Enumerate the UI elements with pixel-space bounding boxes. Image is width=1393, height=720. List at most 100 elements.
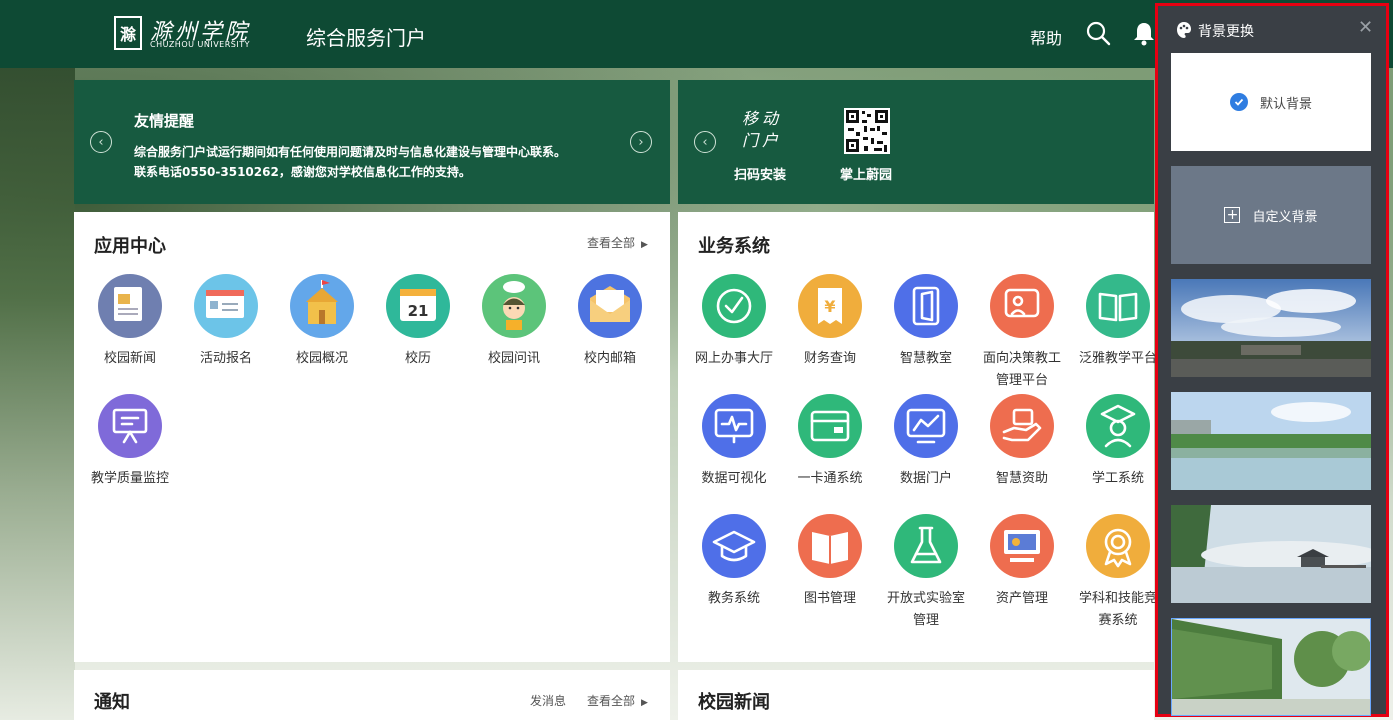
book-icon: [798, 514, 862, 578]
business-system-item[interactable]: 一卡通系统: [782, 394, 878, 490]
business-system-title: 业务系统: [698, 236, 770, 257]
help-link[interactable]: 帮助: [1030, 25, 1062, 49]
custom-background-option[interactable]: + 自定义背景: [1171, 166, 1371, 264]
flask-icon: [894, 514, 958, 578]
receipt-icon: ¥: [798, 274, 862, 338]
business-system-item[interactable]: 学科和技能竞赛系统: [1070, 514, 1166, 632]
app-center-item[interactable]: 21 校历: [370, 274, 466, 370]
view-all-label: 查看全部: [587, 236, 636, 250]
open-book-icon: [1086, 274, 1150, 338]
mobile-portal-title: 移动门户: [741, 109, 782, 150]
door-icon: [894, 274, 958, 338]
notice-prev-button[interactable]: ‹: [90, 131, 112, 153]
business-system-item[interactable]: 开放式实验室管理: [878, 514, 974, 632]
app-center-item-label: 校历: [404, 351, 431, 366]
app-center-card: 应用中心 查看全部 ▶ 校园新闻 活动报名 校园概况 21 校历 校园问讯 校内邮箱教学质量监…: [74, 212, 670, 662]
business-system-item[interactable]: 资产管理: [974, 514, 1070, 610]
chevron-left-icon: ‹: [702, 134, 708, 150]
university-name-en: CHUZHOU UNIVERSITY: [150, 40, 251, 49]
business-system-item-label: 泛雅教学平台: [1078, 351, 1157, 366]
business-system-item-label: 面向决策教工管理平台: [982, 351, 1061, 388]
app-center-item[interactable]: 校园概况: [274, 274, 370, 370]
newspaper-icon: [98, 274, 162, 338]
search-icon[interactable]: [1085, 20, 1111, 46]
business-system-item[interactable]: 数据门户: [878, 394, 974, 490]
business-system-item[interactable]: 面向决策教工管理平台: [974, 274, 1070, 392]
school-building-icon: [290, 274, 354, 338]
chevron-right-icon: ›: [638, 134, 644, 150]
business-system-item[interactable]: 泛雅教学平台: [1070, 274, 1166, 370]
university-logo-icon[interactable]: 滁: [114, 16, 142, 50]
business-system-item[interactable]: 智慧资助: [974, 394, 1070, 490]
notice-list-title: 通知: [94, 692, 130, 713]
triangle-right-icon: ▶: [641, 240, 648, 250]
notice-next-button[interactable]: ›: [630, 131, 652, 153]
background-thumbnail-lake[interactable]: [1171, 392, 1371, 490]
notice-view-all[interactable]: 查看全部 ▶: [587, 692, 648, 709]
business-system-item-label: 一卡通系统: [797, 471, 863, 486]
view-all-label: 查看全部: [587, 694, 636, 708]
sky-plaza-thumbnail: [1171, 279, 1371, 377]
notice-line-1: 综合服务门户试运行期间如有任何使用问题请及时与信息化建设与管理中心联系。: [134, 145, 567, 159]
panel-header: 背景更换: [1176, 18, 1254, 41]
vine-building-thumbnail: [1172, 619, 1370, 715]
lake-thumbnail: [1171, 392, 1371, 490]
background-thumbnail-vine-building[interactable]: [1171, 618, 1371, 716]
graduation-cap-icon: [702, 514, 766, 578]
background-vine-wall: [0, 68, 75, 720]
triangle-right-icon: ▶: [641, 698, 648, 708]
business-system-item-label: 数据可视化: [701, 471, 767, 486]
app-center-title: 应用中心: [94, 236, 166, 257]
palette-icon: [1177, 22, 1191, 38]
business-system-item[interactable]: ¥ 财务查询: [782, 274, 878, 370]
svg-text:21: 21: [408, 302, 429, 320]
notice-banner: ‹ 友情提醒 综合服务门户试运行期间如有任何使用问题请及时与信息化建设与管理中心…: [74, 80, 670, 204]
app-center-view-all[interactable]: 查看全部 ▶: [587, 234, 648, 251]
profile-chat-icon: [990, 274, 1054, 338]
background-change-panel: 背景更换 ✕ 默认背景 + 自定义背景: [1155, 3, 1389, 717]
background-thumbnail-pavilion[interactable]: [1171, 505, 1371, 603]
default-background-label: 默认背景: [1259, 96, 1312, 112]
close-icon[interactable]: ✕: [1358, 17, 1373, 38]
business-system-item-label: 网上办事大厅: [694, 351, 773, 366]
background-thumbnail-sky[interactable]: [1171, 279, 1371, 377]
calendar-icon: 21: [386, 274, 450, 338]
app-center-item[interactable]: 活动报名: [178, 274, 274, 370]
app-center-item[interactable]: 校园问讯: [466, 274, 562, 370]
send-message-link[interactable]: 发消息: [530, 692, 566, 709]
business-system-item[interactable]: 数据可视化: [686, 394, 782, 490]
notice-title: 友情提醒: [134, 112, 195, 130]
logo-mark-text: 滁: [119, 25, 136, 44]
business-system-item-label: 智慧资助: [995, 471, 1048, 486]
scan-install-label: 扫码安装: [734, 168, 787, 183]
business-system-item[interactable]: 智慧教室: [878, 274, 974, 370]
business-system-item-label: 开放式实验室管理: [886, 591, 965, 628]
business-system-item-label: 财务查询: [803, 351, 856, 366]
app-center-item-label: 校园新闻: [103, 351, 156, 366]
notice-line-2: 联系电话0550-3510262，感谢您对学校信息化工作的支持。: [134, 165, 471, 179]
hand-heart-icon: [990, 394, 1054, 458]
business-system-item-label: 资产管理: [995, 591, 1048, 606]
checkmark-circle-icon: [702, 274, 766, 338]
app-center-item[interactable]: 校内邮箱: [562, 274, 658, 370]
bell-icon[interactable]: [1131, 20, 1157, 46]
app-center-item-label: 校园概况: [295, 351, 348, 366]
monitor-pulse-icon: [702, 394, 766, 458]
default-background-option[interactable]: 默认背景: [1171, 53, 1371, 151]
business-system-item[interactable]: 图书管理: [782, 514, 878, 610]
business-system-item[interactable]: 教务系统: [686, 514, 782, 610]
business-system-item-label: 智慧教室: [899, 351, 952, 366]
check-icon: [1229, 93, 1248, 111]
app-center-item-label: 教学质量监控: [90, 471, 169, 486]
card-icon: [798, 394, 862, 458]
app-center-item[interactable]: 校园新闻: [82, 274, 178, 370]
mobile-prev-button[interactable]: ‹: [694, 131, 716, 153]
business-system-item[interactable]: 学工系统: [1070, 394, 1166, 490]
portal-title: 综合服务门户: [306, 26, 426, 50]
app-center-item-label: 校园问讯: [487, 351, 540, 366]
presentation-board-icon: [98, 394, 162, 458]
business-system-item-label: 学科和技能竞赛系统: [1078, 591, 1157, 628]
business-system-item-label: 数据门户: [899, 471, 952, 486]
business-system-item[interactable]: 网上办事大厅: [686, 274, 782, 370]
app-center-item[interactable]: 教学质量监控: [82, 394, 178, 490]
